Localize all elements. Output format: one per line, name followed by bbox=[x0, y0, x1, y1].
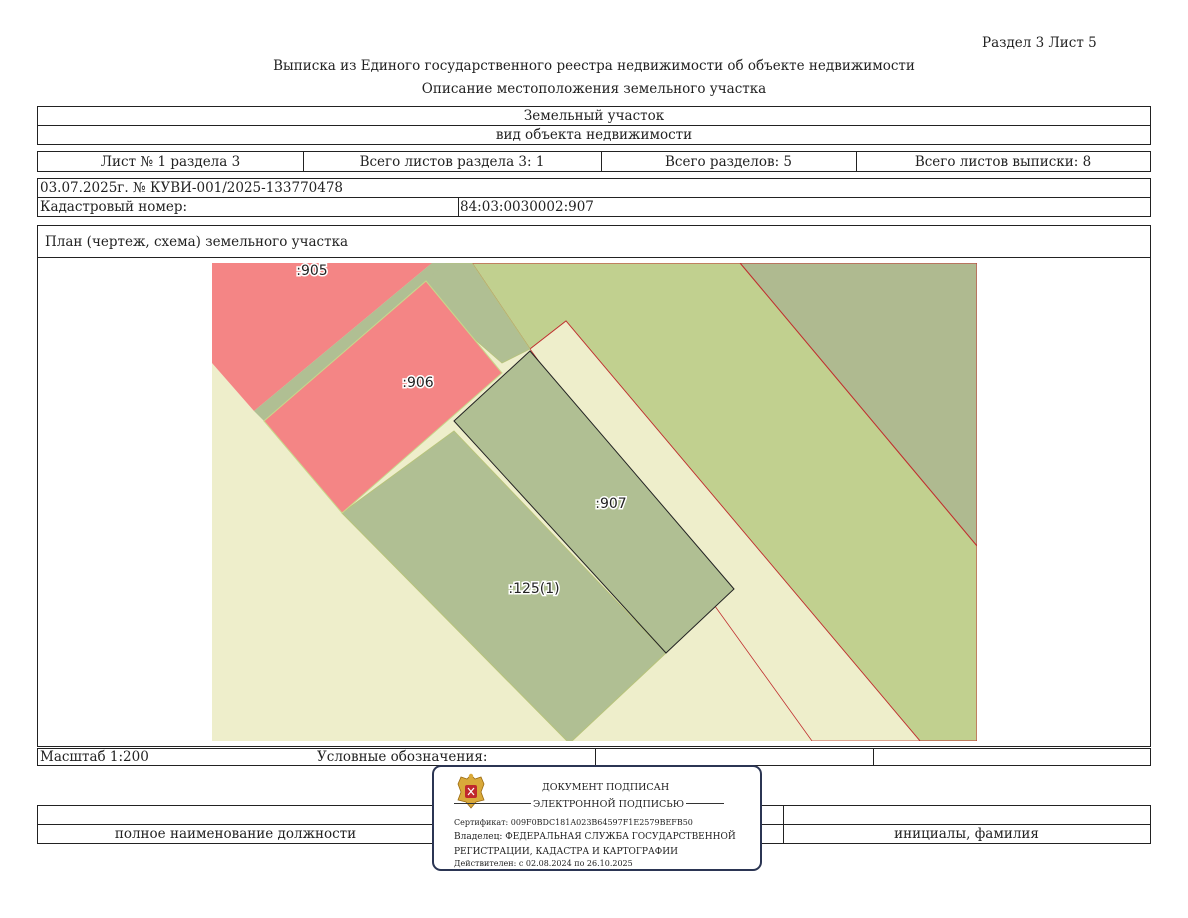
label-905: :905 bbox=[296, 263, 327, 279]
name-caption: инициалы, фамилия bbox=[894, 826, 1039, 842]
label-125: :125(1) bbox=[508, 581, 559, 597]
object-type-caption-row: вид объекта недвижимости bbox=[37, 125, 1151, 145]
label-906: :906 bbox=[402, 375, 434, 391]
plan-title: План (чертеж, схема) земельного участка bbox=[45, 234, 349, 250]
section-sheet-indicator: Раздел 3 Лист 5 bbox=[982, 35, 1097, 51]
label-907: :907 bbox=[595, 496, 626, 512]
stamp-certificate: Сертификат: 009F0BDC181A023B64597F1E2579… bbox=[454, 818, 693, 827]
sheets-row: Лист № 1 раздела 3 Всего листов раздела … bbox=[37, 151, 1151, 172]
russian-coat-of-arms-icon bbox=[457, 773, 485, 809]
stamp-line1: ДОКУМЕНТ ПОДПИСАН bbox=[542, 782, 670, 793]
object-type-row: Земельный участок bbox=[37, 106, 1151, 126]
object-type: Земельный участок bbox=[523, 108, 665, 124]
cadastral-row: Кадастровый номер: 84:03:0030002:907 bbox=[37, 197, 1151, 217]
record-date-number: 03.07.2025г. № КУВИ-001/2025-133770478 bbox=[40, 180, 344, 196]
legend-row: Масштаб 1:200 Условные обозначения: bbox=[37, 748, 1151, 766]
sheet-number: Лист № 1 раздела 3 bbox=[100, 153, 241, 170]
stamp-owner-line2: РЕГИСТРАЦИИ, КАДАСТРА И КАРТОГРАФИИ bbox=[454, 847, 678, 857]
legend-label: Условные обозначения: bbox=[317, 749, 488, 765]
electronic-signature-stamp: ДОКУМЕНТ ПОДПИСАН ЭЛЕКТРОННОЙ ПОДПИСЬЮ С… bbox=[432, 765, 762, 871]
document-subtitle: Описание местоположения земельного участ… bbox=[421, 81, 767, 97]
stamp-owner-line1: Владелец: ФЕДЕРАЛЬНАЯ СЛУЖБА ГОСУДАРСТВЕ… bbox=[454, 832, 736, 842]
position-caption: полное наименование должности bbox=[114, 826, 357, 842]
total-extract-sheets: Всего листов выписки: 8 bbox=[914, 153, 1092, 170]
stamp-validity: Действителен: с 02.08.2024 по 26.10.2025 bbox=[454, 859, 633, 868]
cadastral-number: 84:03:0030002:907 bbox=[460, 199, 594, 215]
record-date-row: 03.07.2025г. № КУВИ-001/2025-133770478 bbox=[37, 178, 1151, 198]
total-section-sheets: Всего листов раздела 3: 1 bbox=[359, 153, 545, 170]
document-title: Выписка из Единого государственного реес… bbox=[273, 58, 915, 74]
cadastral-label: Кадастровый номер: bbox=[40, 199, 188, 215]
scale-label: Масштаб 1:200 bbox=[40, 749, 149, 765]
object-type-caption: вид объекта недвижимости bbox=[495, 127, 693, 143]
land-plot-scheme: :905 :906 :907 :125(1) bbox=[212, 263, 977, 741]
total-sections: Всего разделов: 5 bbox=[664, 153, 793, 170]
stamp-line2: ЭЛЕКТРОННОЙ ПОДПИСЬЮ bbox=[531, 799, 687, 810]
